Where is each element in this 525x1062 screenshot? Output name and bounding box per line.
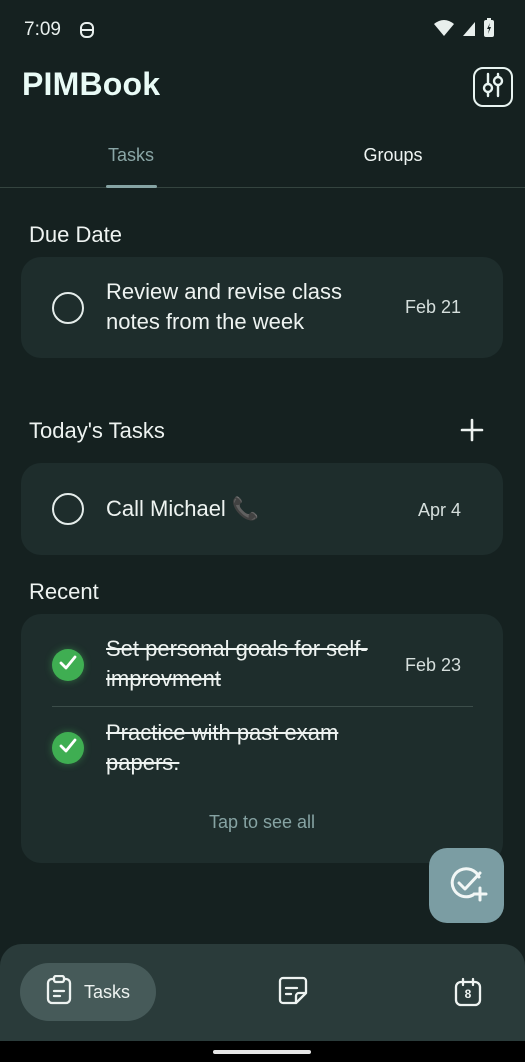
todays-tasks-section-title: Today's Tasks (29, 418, 165, 443)
nav-item-calendar[interactable]: 8 (452, 976, 484, 1008)
plus-icon (458, 418, 486, 448)
system-navigation-bar (0, 1041, 525, 1062)
nav-item-tasks-label: Tasks (83, 981, 130, 1002)
todays-tasks-card: Call Michael 📞 Apr 4 (21, 463, 503, 555)
filter-settings-button[interactable] (473, 67, 513, 107)
task-text[interactable]: Call Michael 📞 (106, 494, 386, 524)
clipboard-icon (46, 974, 72, 1010)
recent-section-title: Recent (29, 579, 99, 604)
tab-bar: Tasks Groups (0, 130, 525, 188)
tab-groups-label: Groups (363, 145, 423, 165)
calendar-icon: 8 (454, 977, 482, 1007)
task-date: Apr 4 (417, 500, 461, 520)
task-date: Feb 21 (404, 297, 461, 317)
new-task-fab[interactable] (429, 848, 504, 923)
task-text[interactable]: Set personal goals for self-improvment (106, 634, 386, 694)
signal-icon (461, 19, 477, 42)
status-icons (433, 18, 495, 43)
calendar-day-number: 8 (464, 987, 472, 1001)
task-date: Feb 23 (404, 655, 461, 675)
tab-tasks[interactable]: Tasks (0, 130, 262, 188)
app-screen: 7:09 PIMBook Tasks Groups Due Date Revie… (0, 0, 525, 1062)
recent-card: Set personal goals for self-improvment F… (21, 614, 503, 863)
tab-indicator (106, 185, 157, 188)
task-checked[interactable] (52, 732, 84, 764)
status-bar: 7:09 (0, 0, 525, 60)
task-text[interactable]: Review and revise class notes from the w… (106, 277, 386, 337)
due-date-card: Review and revise class notes from the w… (21, 257, 503, 358)
checkmark-icon (58, 653, 78, 678)
add-task-button[interactable] (458, 416, 486, 444)
status-time: 7:09 (24, 19, 61, 40)
note-icon (277, 974, 309, 1011)
due-date-section-title: Due Date (29, 222, 122, 247)
task-text[interactable]: Practice with past exam papers. (106, 718, 386, 778)
task-checkbox[interactable] (52, 493, 84, 525)
divider (52, 706, 473, 707)
app-title: PIMBook (22, 66, 161, 102)
task-checkbox[interactable] (52, 292, 84, 324)
tab-groups[interactable]: Groups (262, 130, 524, 188)
battery-icon (483, 18, 495, 43)
see-all-link[interactable]: Tap to see all (21, 812, 503, 833)
tab-tasks-label: Tasks (107, 145, 154, 165)
nav-item-tasks[interactable]: Tasks (20, 963, 156, 1021)
task-checked[interactable] (52, 649, 84, 681)
wifi-icon (433, 19, 455, 42)
bottom-navigation: Tasks 8 (0, 944, 525, 1041)
notification-icon (78, 20, 96, 40)
check-circle-plus-icon (445, 861, 489, 910)
sliders-icon (479, 71, 507, 104)
home-indicator[interactable] (213, 1050, 311, 1054)
nav-item-notes[interactable] (277, 976, 309, 1008)
checkmark-icon (58, 736, 78, 761)
